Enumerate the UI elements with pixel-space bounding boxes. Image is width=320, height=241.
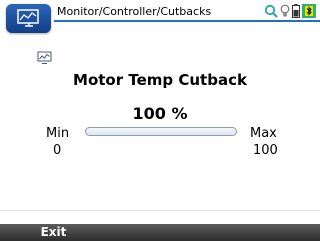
app-tile-button[interactable] bbox=[6, 4, 51, 33]
max-value: 100 bbox=[253, 143, 278, 158]
softkey-bar: Exit bbox=[0, 224, 320, 241]
min-value: 0 bbox=[53, 143, 62, 158]
status-icons bbox=[264, 4, 316, 18]
monitor-icon bbox=[17, 9, 39, 27]
page-title: Motor Temp Cutback bbox=[73, 71, 247, 89]
percent-value: 100 % bbox=[132, 104, 188, 123]
exit-softkey[interactable]: Exit bbox=[0, 224, 107, 241]
softkey-3[interactable] bbox=[214, 224, 320, 241]
breadcrumb: Monitor/Controller/Cutbacks bbox=[57, 5, 212, 18]
monitor-small-icon bbox=[37, 51, 52, 64]
lightbulb-icon bbox=[280, 4, 290, 17]
bluetooth-icon bbox=[302, 4, 316, 18]
max-label: Max bbox=[250, 126, 277, 141]
battery-icon bbox=[292, 4, 300, 18]
search-icon bbox=[264, 4, 278, 18]
min-label: Min bbox=[46, 126, 70, 141]
header-accent-line bbox=[54, 20, 320, 22]
footer-separator bbox=[0, 210, 320, 211]
softkey-2[interactable] bbox=[107, 224, 214, 241]
header-bar: Monitor/Controller/Cutbacks bbox=[0, 0, 320, 34]
cutback-progress-bar bbox=[85, 127, 237, 136]
